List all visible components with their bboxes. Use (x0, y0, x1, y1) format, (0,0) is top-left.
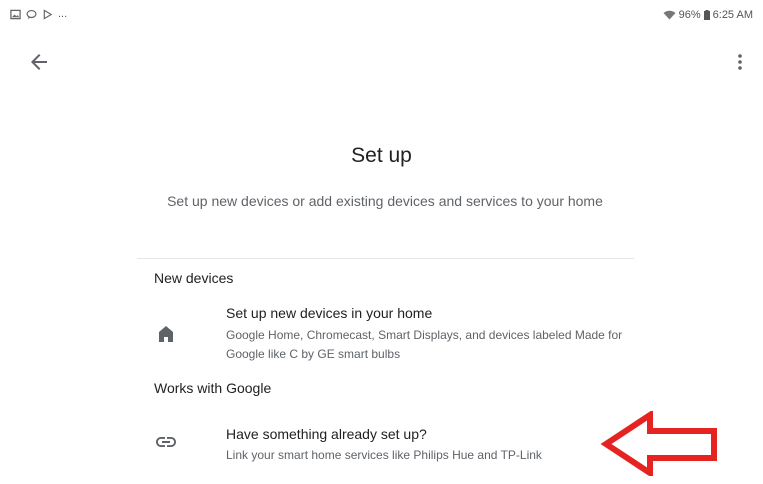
battery-percent: 96% (678, 9, 701, 21)
setup-new-devices-title: Set up new devices in your home (226, 305, 433, 321)
status-time: 6:25 AM (712, 9, 753, 21)
link-existing-title: Have something already set up? (226, 426, 427, 442)
status-right: 96% 6:25 AM (663, 9, 753, 21)
link-existing-subtitle: Link your smart home services like Phili… (226, 448, 542, 462)
more-vert-icon[interactable] (735, 50, 745, 74)
status-bar: ... 96% 6:25 AM (0, 0, 763, 30)
play-store-icon (43, 8, 53, 20)
chat-icon (26, 9, 37, 19)
image-icon (10, 9, 21, 19)
page-title: Set up (351, 144, 412, 167)
section-header-works-with-google: Works with Google (154, 380, 272, 396)
divider (137, 258, 634, 259)
battery-icon (703, 10, 710, 20)
status-overflow: ... (58, 8, 68, 20)
setup-new-devices-subtitle: Google Home, Chromecast, Smart Displays,… (226, 328, 623, 361)
page-subtitle: Set up new devices or add existing devic… (167, 193, 603, 209)
status-left: ... (10, 8, 67, 20)
link-icon (156, 437, 176, 447)
home-icon (159, 326, 173, 342)
arrow-back-icon[interactable] (27, 50, 51, 74)
section-header-new-devices: New devices (154, 270, 234, 286)
wifi-icon (663, 10, 676, 20)
red-arrow-icon (600, 411, 717, 476)
